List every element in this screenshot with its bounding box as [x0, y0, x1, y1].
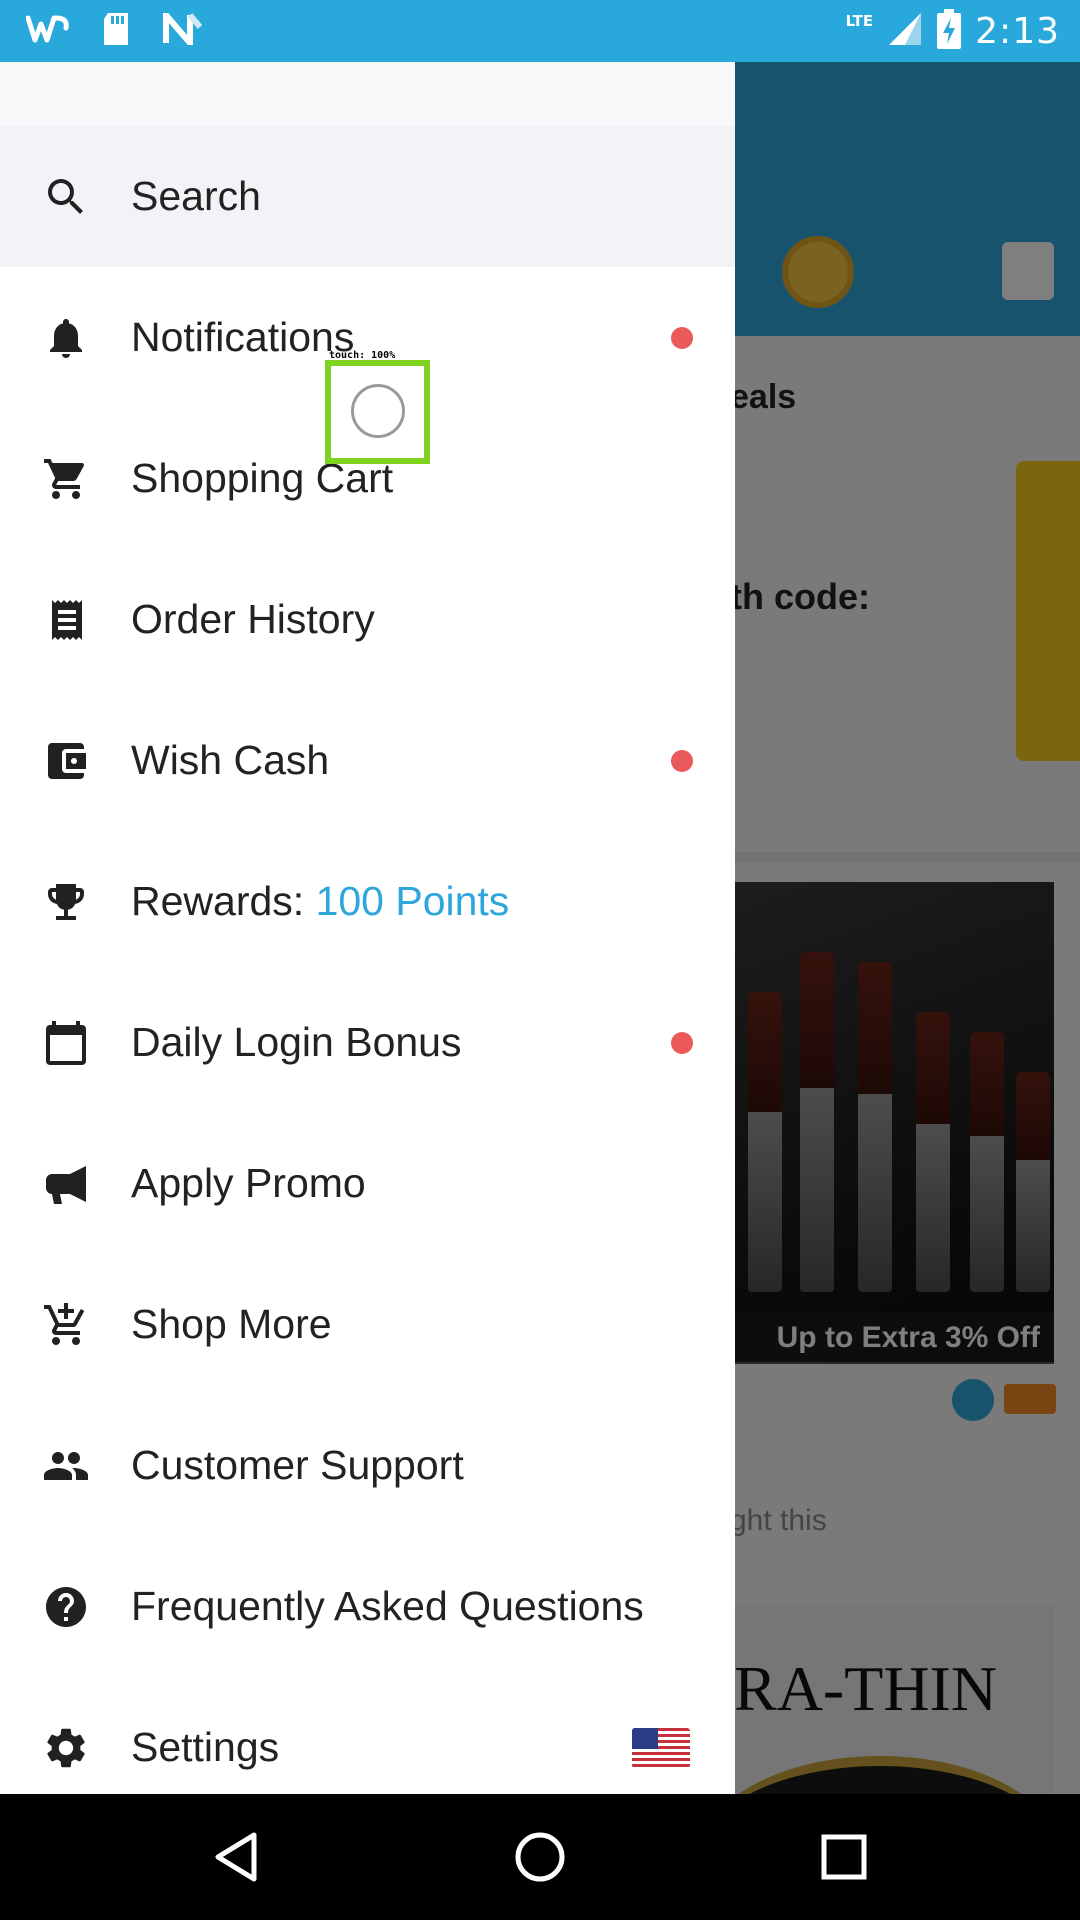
cart-icon — [40, 453, 92, 505]
network-type-label: LTE — [845, 12, 874, 30]
menu-label-wish-cash: Wish Cash — [131, 737, 330, 783]
menu-item-search[interactable]: Search — [0, 126, 735, 267]
bell-icon — [40, 312, 92, 364]
signal-icon — [887, 11, 923, 51]
daily-bonus-badge-dot — [671, 1031, 693, 1054]
battery-charging-icon — [937, 9, 962, 53]
status-bar: LTE 2:13 — [0, 0, 1080, 62]
menu-item-rewards[interactable]: Rewards: 100 Points — [0, 831, 735, 972]
menu-label-apply-promo: Apply Promo — [131, 1160, 366, 1206]
menu-label-settings: Settings — [131, 1724, 280, 1770]
rewards-label: Rewards: — [131, 878, 316, 924]
recents-icon[interactable] — [814, 1827, 874, 1887]
menu-label-search: Search — [131, 173, 261, 219]
menu-item-customer-support[interactable]: Customer Support — [0, 1395, 735, 1536]
menu-label-daily-login-bonus: Daily Login Bonus — [131, 1019, 462, 1065]
menu-item-daily-login-bonus[interactable]: Daily Login Bonus — [0, 972, 735, 1113]
home-icon[interactable] — [510, 1827, 570, 1887]
megaphone-icon — [40, 1158, 92, 1210]
wish-app-icon — [25, 14, 70, 48]
people-icon — [40, 1440, 92, 1492]
menu-label-rewards: Rewards: 100 Points — [131, 878, 509, 925]
menu-label-order-history: Order History — [131, 596, 375, 642]
android-navigation-bar — [0, 1794, 1080, 1920]
gear-icon — [40, 1722, 92, 1774]
search-icon — [40, 171, 92, 223]
sd-card-icon — [100, 11, 132, 51]
back-icon[interactable] — [206, 1827, 266, 1887]
touch-indicator-label: touch: 100% — [329, 350, 396, 361]
cart-add-icon — [40, 1299, 92, 1351]
menu-label-notifications: Notifications — [131, 314, 355, 360]
menu-item-order-history[interactable]: Order History — [0, 549, 735, 690]
drawer-header — [0, 62, 735, 126]
n-app-icon — [162, 6, 203, 52]
calendar-icon — [40, 1017, 92, 1069]
menu-item-wish-cash[interactable]: Wish Cash — [0, 690, 735, 831]
menu-item-apply-promo[interactable]: Apply Promo — [0, 1113, 735, 1254]
menu-item-settings[interactable]: Settings — [0, 1677, 735, 1794]
rewards-points: 100 Points — [315, 878, 510, 924]
menu-label-faq: Frequently Asked Questions — [131, 1583, 644, 1629]
touch-indicator — [325, 360, 430, 464]
clock: 2:13 — [975, 10, 1060, 52]
navigation-drawer: Search Notifications Shopping Cart Order… — [0, 62, 735, 1794]
notification-badge-dot — [671, 326, 693, 349]
menu-label-shop-more: Shop More — [131, 1301, 332, 1347]
receipt-icon — [40, 594, 92, 646]
trophy-icon — [40, 876, 92, 928]
us-flag-icon[interactable] — [632, 1727, 690, 1768]
help-icon — [40, 1581, 92, 1633]
touch-point — [351, 384, 405, 438]
menu-item-faq[interactable]: Frequently Asked Questions — [0, 1536, 735, 1677]
wish-cash-badge-dot — [671, 749, 693, 772]
wallet-icon — [40, 735, 92, 787]
menu-item-shop-more[interactable]: Shop More — [0, 1254, 735, 1395]
menu-label-customer-support: Customer Support — [131, 1442, 464, 1488]
